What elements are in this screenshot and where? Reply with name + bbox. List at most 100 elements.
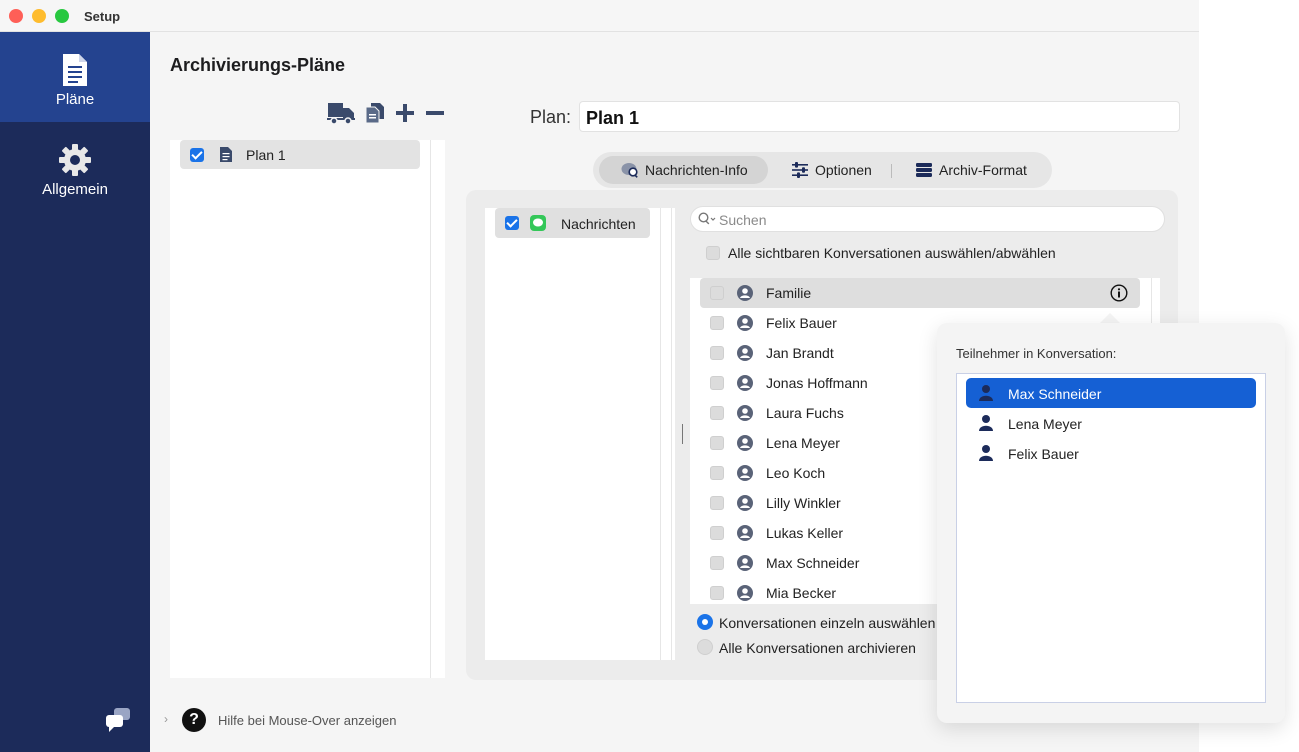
tab-archiv-format[interactable]: Archiv-Format: [907, 156, 1035, 184]
sidebar-item-allgemein[interactable]: Allgemein: [0, 122, 150, 212]
person-circle-icon: [737, 345, 753, 361]
person-circle-icon: [737, 465, 753, 481]
person-circle-icon: [737, 495, 753, 511]
participant-name: Max Schneider: [1008, 386, 1102, 402]
tab-label: Nachrichten-Info: [645, 162, 748, 178]
conversation-name: Lilly Winkler: [766, 495, 841, 511]
conversation-checkbox[interactable]: [710, 466, 724, 480]
participant-row[interactable]: Lena Meyer: [966, 408, 1256, 438]
plan-label: Plan 1: [246, 147, 286, 163]
help-label: Hilfe bei Mouse-Over anzeigen: [218, 713, 397, 728]
person-icon: [979, 415, 993, 431]
conversation-name: Jan Brandt: [766, 345, 834, 361]
person-circle-icon: [737, 435, 753, 451]
duplicate-icon[interactable]: [364, 100, 386, 126]
page-title: Archivierungs-Pläne: [170, 55, 346, 75]
conversation-checkbox[interactable]: [710, 436, 724, 450]
gear-icon: [59, 144, 91, 176]
conversation-row[interactable]: Familie: [700, 278, 1140, 308]
conversation-checkbox[interactable]: [710, 586, 724, 600]
search-field[interactable]: [690, 206, 1165, 232]
database-icon: [916, 163, 932, 177]
plan-field-label: Plan:: [530, 107, 572, 127]
conversation-checkbox[interactable]: [710, 316, 724, 330]
conversation-checkbox[interactable]: [710, 286, 724, 300]
conversation-checkbox[interactable]: [710, 526, 724, 540]
conversation-name: Laura Fuchs: [766, 405, 844, 421]
participants-popover: Teilnehmer in Konversation: Max Schneide…: [937, 323, 1285, 723]
conversation-name: Max Schneider: [766, 555, 860, 571]
search-icon: [698, 212, 716, 225]
chat-bubbles-icon[interactable]: [104, 706, 132, 734]
plan-row[interactable]: Plan 1: [180, 140, 420, 169]
participant-name: Felix Bauer: [1008, 446, 1079, 462]
participant-row[interactable]: Max Schneider: [966, 378, 1256, 408]
close-window-button[interactable]: [9, 9, 23, 23]
person-circle-icon: [737, 285, 753, 301]
participant-list: Max Schneider Lena Meyer Felix Bauer: [956, 373, 1266, 703]
archive-mode-group: Konversationen einzeln auswählen Alle Ko…: [690, 605, 936, 680]
plan-checkbox[interactable]: [190, 148, 204, 162]
scrollbar-track[interactable]: [660, 208, 661, 660]
person-circle-icon: [737, 405, 753, 421]
tab-nachrichten-info[interactable]: Nachrichten-Info: [599, 156, 768, 184]
sidebar-item-label: Pläne: [55, 91, 95, 108]
participant-name: Lena Meyer: [1008, 416, 1082, 432]
messages-app-icon: [530, 215, 546, 231]
sidebar: Pläne Allgemein: [0, 32, 150, 752]
plan-name-field[interactable]: Plan 1: [579, 101, 1180, 132]
conversation-checkbox[interactable]: [710, 556, 724, 570]
sliders-icon: [792, 162, 808, 178]
select-all-label: Alle sichtbaren Konversationen auswählen…: [728, 245, 1056, 261]
conversation-checkbox[interactable]: [710, 346, 724, 360]
person-circle-icon: [737, 585, 753, 601]
sidebar-item-label: Allgemein: [42, 181, 108, 198]
person-circle-icon: [737, 375, 753, 391]
info-icon[interactable]: [1110, 284, 1128, 302]
tab-separator: [891, 164, 892, 178]
conversation-checkbox[interactable]: [710, 496, 724, 510]
person-icon: [979, 385, 993, 401]
divider: [671, 208, 672, 660]
select-all-checkbox[interactable]: [706, 246, 720, 260]
participant-row[interactable]: Felix Bauer: [966, 438, 1256, 468]
person-circle-icon: [737, 525, 753, 541]
message-search-icon: [621, 163, 638, 178]
minimize-window-button[interactable]: [32, 9, 46, 23]
minus-icon[interactable]: [425, 100, 445, 126]
truck-icon[interactable]: [327, 100, 355, 126]
scrollbar-track[interactable]: [430, 140, 431, 678]
radio-select-individually[interactable]: [697, 614, 713, 630]
conversation-name: Mia Becker: [766, 585, 837, 601]
conversation-checkbox[interactable]: [710, 376, 724, 390]
source-label: Nachrichten: [561, 216, 636, 232]
help-button[interactable]: ?: [182, 708, 206, 732]
plus-icon[interactable]: [395, 100, 415, 126]
conversation-checkbox[interactable]: [710, 406, 724, 420]
radio-label: Konversationen einzeln auswählen: [719, 615, 936, 631]
chevron-right-icon[interactable]: ›: [164, 712, 168, 726]
document-icon: [63, 54, 87, 86]
person-circle-icon: [737, 315, 753, 331]
tab-bar: Nachrichten-Info Optionen Archiv-Format: [593, 152, 1052, 188]
conversation-name: Familie: [766, 285, 812, 301]
tab-label: Archiv-Format: [939, 162, 1027, 178]
split-view-handle[interactable]: [682, 424, 683, 444]
window-title: Setup: [84, 9, 121, 24]
title-bar: Setup: [0, 0, 1199, 32]
zoom-window-button[interactable]: [55, 9, 69, 23]
plan-list: Plan 1: [170, 140, 445, 678]
conversation-name: Leo Koch: [766, 465, 826, 481]
search-input[interactable]: [719, 211, 1149, 229]
source-checkbox[interactable]: [505, 216, 519, 230]
conversation-name: Lukas Keller: [766, 525, 844, 541]
source-row-nachrichten[interactable]: Nachrichten: [495, 208, 650, 238]
conversation-name: Lena Meyer: [766, 435, 840, 451]
person-icon: [979, 445, 993, 461]
tab-optionen[interactable]: Optionen: [783, 156, 880, 184]
sidebar-item-plaene[interactable]: Pläne: [0, 32, 150, 122]
radio-archive-all[interactable]: [697, 639, 713, 655]
document-icon: [220, 147, 232, 162]
radio-label: Alle Konversationen archivieren: [719, 640, 916, 656]
conversation-name: Felix Bauer: [766, 315, 837, 331]
